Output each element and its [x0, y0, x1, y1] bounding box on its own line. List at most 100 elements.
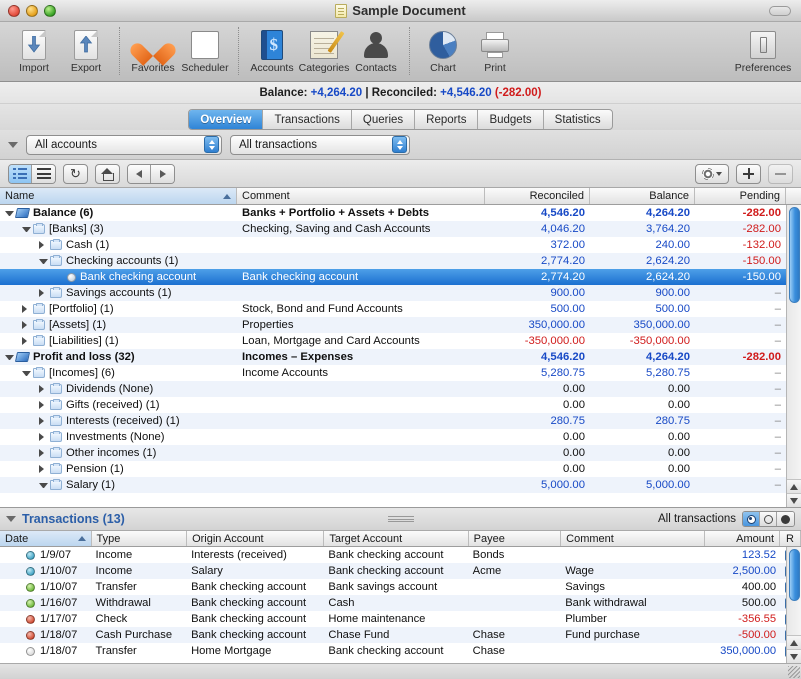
transaction-row[interactable]: 1/10/07 Income Salary Bank checking account…	[0, 563, 801, 579]
add-button[interactable]	[736, 163, 761, 184]
forward-button[interactable]	[151, 164, 174, 183]
transactions-column-header-origin-account[interactable]: Origin Account	[187, 531, 325, 546]
scrollbar-buttons[interactable]	[786, 635, 801, 663]
transaction-row[interactable]: 1/17/07 Check Bank checking account Home ma…	[0, 611, 801, 627]
accounts-tree-scrollbar[interactable]	[786, 205, 801, 507]
flat-view-button[interactable]	[32, 164, 55, 183]
scope-reconciled-button[interactable]	[777, 512, 794, 526]
tab-reports[interactable]: Reports	[415, 110, 479, 129]
transactions-disclosure-icon[interactable]	[6, 516, 16, 522]
splitter-grip[interactable]	[387, 516, 414, 522]
twisty-closed-icon[interactable]	[39, 385, 48, 393]
twisty-closed-icon[interactable]	[39, 241, 48, 249]
toolbar-toggle-button[interactable]	[769, 5, 791, 16]
tab-transactions[interactable]: Transactions	[263, 110, 352, 129]
list-view-button[interactable]	[9, 164, 32, 183]
scrollbar-buttons[interactable]	[786, 479, 801, 507]
tab-queries[interactable]: Queries	[352, 110, 416, 129]
twisty-closed-icon[interactable]	[39, 289, 48, 297]
accounts-tree-body[interactable]: Balance (6) Banks + Portfolio + Assets + …	[0, 205, 801, 507]
tree-row[interactable]: Bank checking account Bank checking accou…	[0, 269, 801, 285]
scroll-down-button[interactable]	[786, 493, 801, 507]
tree-column-header-comment[interactable]: Comment	[237, 188, 485, 204]
transactions-column-header-payee[interactable]: Payee	[469, 531, 562, 546]
transactions-table-body[interactable]: 1/9/07 Income Interests (received) Bank che…	[0, 547, 801, 663]
tree-column-header-reconciled[interactable]: Reconciled	[485, 188, 590, 204]
twisty-closed-icon[interactable]	[39, 417, 48, 425]
view-mode-segmented-control[interactable]	[8, 163, 56, 184]
home-button[interactable]	[95, 163, 120, 184]
twisty-closed-icon[interactable]	[39, 433, 48, 441]
tree-row[interactable]: Interests (received) (1) 280.75 280.75 –	[0, 413, 801, 429]
twisty-open-icon[interactable]	[5, 354, 14, 360]
tree-row[interactable]: [Banks] (3) Checking, Saving and Cash Acc…	[0, 221, 801, 237]
tree-row[interactable]: Other incomes (1) 0.00 0.00 –	[0, 445, 801, 461]
toolbar-button-chart[interactable]: Chart	[417, 26, 469, 74]
tree-row[interactable]: [Portfolio] (1) Stock, Bond and Fund Acco…	[0, 301, 801, 317]
accounts-filter-popup[interactable]: All accounts	[26, 134, 222, 155]
tab-statistics[interactable]: Statistics	[544, 110, 612, 129]
twisty-open-icon[interactable]	[5, 210, 14, 216]
twisty-open-icon[interactable]	[39, 482, 48, 488]
resize-handle[interactable]	[788, 666, 800, 678]
tree-row[interactable]: [Liabilities] (1) Loan, Mortgage and Card…	[0, 333, 801, 349]
tree-row[interactable]: Profit and loss (32) Incomes – Expenses 4,…	[0, 349, 801, 365]
tree-column-header-balance[interactable]: Balance	[590, 188, 695, 204]
toolbar-button-categories[interactable]: Categories	[298, 26, 350, 74]
transactions-scope-segmented-control[interactable]	[742, 511, 795, 527]
toolbar-button-export[interactable]: Export	[60, 26, 112, 74]
transaction-row[interactable]: 1/10/07 Transfer Bank checking account Bank…	[0, 579, 801, 595]
toolbar-button-preferences[interactable]: Preferences	[735, 26, 791, 74]
twisty-open-icon[interactable]	[22, 226, 31, 232]
transaction-row[interactable]: 1/18/07 Transfer Home Mortgage Bank checkin…	[0, 643, 801, 659]
refresh-button[interactable]: ↻	[63, 163, 88, 184]
transactions-column-header-r[interactable]: R	[780, 531, 801, 546]
transactions-scrollbar[interactable]	[786, 547, 801, 663]
disclosure-triangle-icon[interactable]	[8, 141, 18, 148]
tree-row[interactable]: Checking accounts (1) 2,774.20 2,624.20 -15…	[0, 253, 801, 269]
tree-row[interactable]: Balance (6) Banks + Portfolio + Assets + …	[0, 205, 801, 221]
transaction-row[interactable]: 1/18/07 Cash Purchase Bank checking accoun…	[0, 627, 801, 643]
tab-overview[interactable]: Overview	[189, 110, 264, 129]
transactions-column-header-amount[interactable]: Amount	[705, 531, 781, 546]
toolbar-button-scheduler[interactable]: Scheduler	[179, 26, 231, 74]
tree-row[interactable]: Pension (1) 0.00 0.00 –	[0, 461, 801, 477]
transaction-row[interactable]: 1/16/07 Withdrawal Bank checking account Ca…	[0, 595, 801, 611]
toolbar-button-favorites[interactable]: Favorites	[127, 26, 179, 74]
tree-column-header-name[interactable]: Name	[0, 188, 237, 204]
tree-row[interactable]: Salary (1) 5,000.00 5,000.00 –	[0, 477, 801, 493]
scroll-up-button[interactable]	[786, 635, 801, 649]
tab-budgets[interactable]: Budgets	[478, 110, 544, 129]
tree-row[interactable]: Gifts (received) (1) 0.00 0.00 –	[0, 397, 801, 413]
toolbar-button-accounts[interactable]: $ Accounts	[246, 26, 298, 74]
tree-column-header-pending[interactable]: Pending	[695, 188, 786, 204]
scroll-down-button[interactable]	[786, 649, 801, 663]
twisty-closed-icon[interactable]	[39, 465, 48, 473]
remove-button[interactable]	[768, 163, 793, 184]
twisty-open-icon[interactable]	[22, 370, 31, 376]
toolbar-button-contacts[interactable]: Contacts	[350, 26, 402, 74]
back-button[interactable]	[128, 164, 151, 183]
twisty-closed-icon[interactable]	[22, 305, 31, 313]
tree-row[interactable]: [Incomes] (6) Income Accounts 5,280.75 5,28…	[0, 365, 801, 381]
tree-row[interactable]: [Assets] (1) Properties 350,000.00 350,000.…	[0, 317, 801, 333]
scrollbar-thumb[interactable]	[788, 549, 800, 601]
scope-all-button[interactable]	[743, 512, 760, 526]
transactions-filter-popup[interactable]: All transactions	[230, 134, 410, 155]
twisty-open-icon[interactable]	[39, 258, 48, 264]
transactions-column-header-type[interactable]: Type	[92, 531, 188, 546]
transaction-row[interactable]: 1/9/07 Income Interests (received) Bank che…	[0, 547, 801, 563]
transactions-column-header-date[interactable]: Date	[0, 531, 92, 546]
transactions-column-header-comment[interactable]: Comment	[561, 531, 706, 546]
toolbar-button-import[interactable]: Import	[8, 26, 60, 74]
scrollbar-thumb[interactable]	[788, 207, 800, 303]
tree-row[interactable]: Dividends (None) 0.00 0.00 –	[0, 381, 801, 397]
tree-row[interactable]: Savings accounts (1) 900.00 900.00 –	[0, 285, 801, 301]
tree-row[interactable]: Cash (1) 372.00 240.00 -132.00	[0, 237, 801, 253]
scope-unreconciled-button[interactable]	[760, 512, 777, 526]
tree-row[interactable]: Investments (None) 0.00 0.00 –	[0, 429, 801, 445]
scroll-up-button[interactable]	[786, 479, 801, 493]
twisty-closed-icon[interactable]	[39, 401, 48, 409]
twisty-closed-icon[interactable]	[22, 321, 31, 329]
twisty-closed-icon[interactable]	[22, 337, 31, 345]
